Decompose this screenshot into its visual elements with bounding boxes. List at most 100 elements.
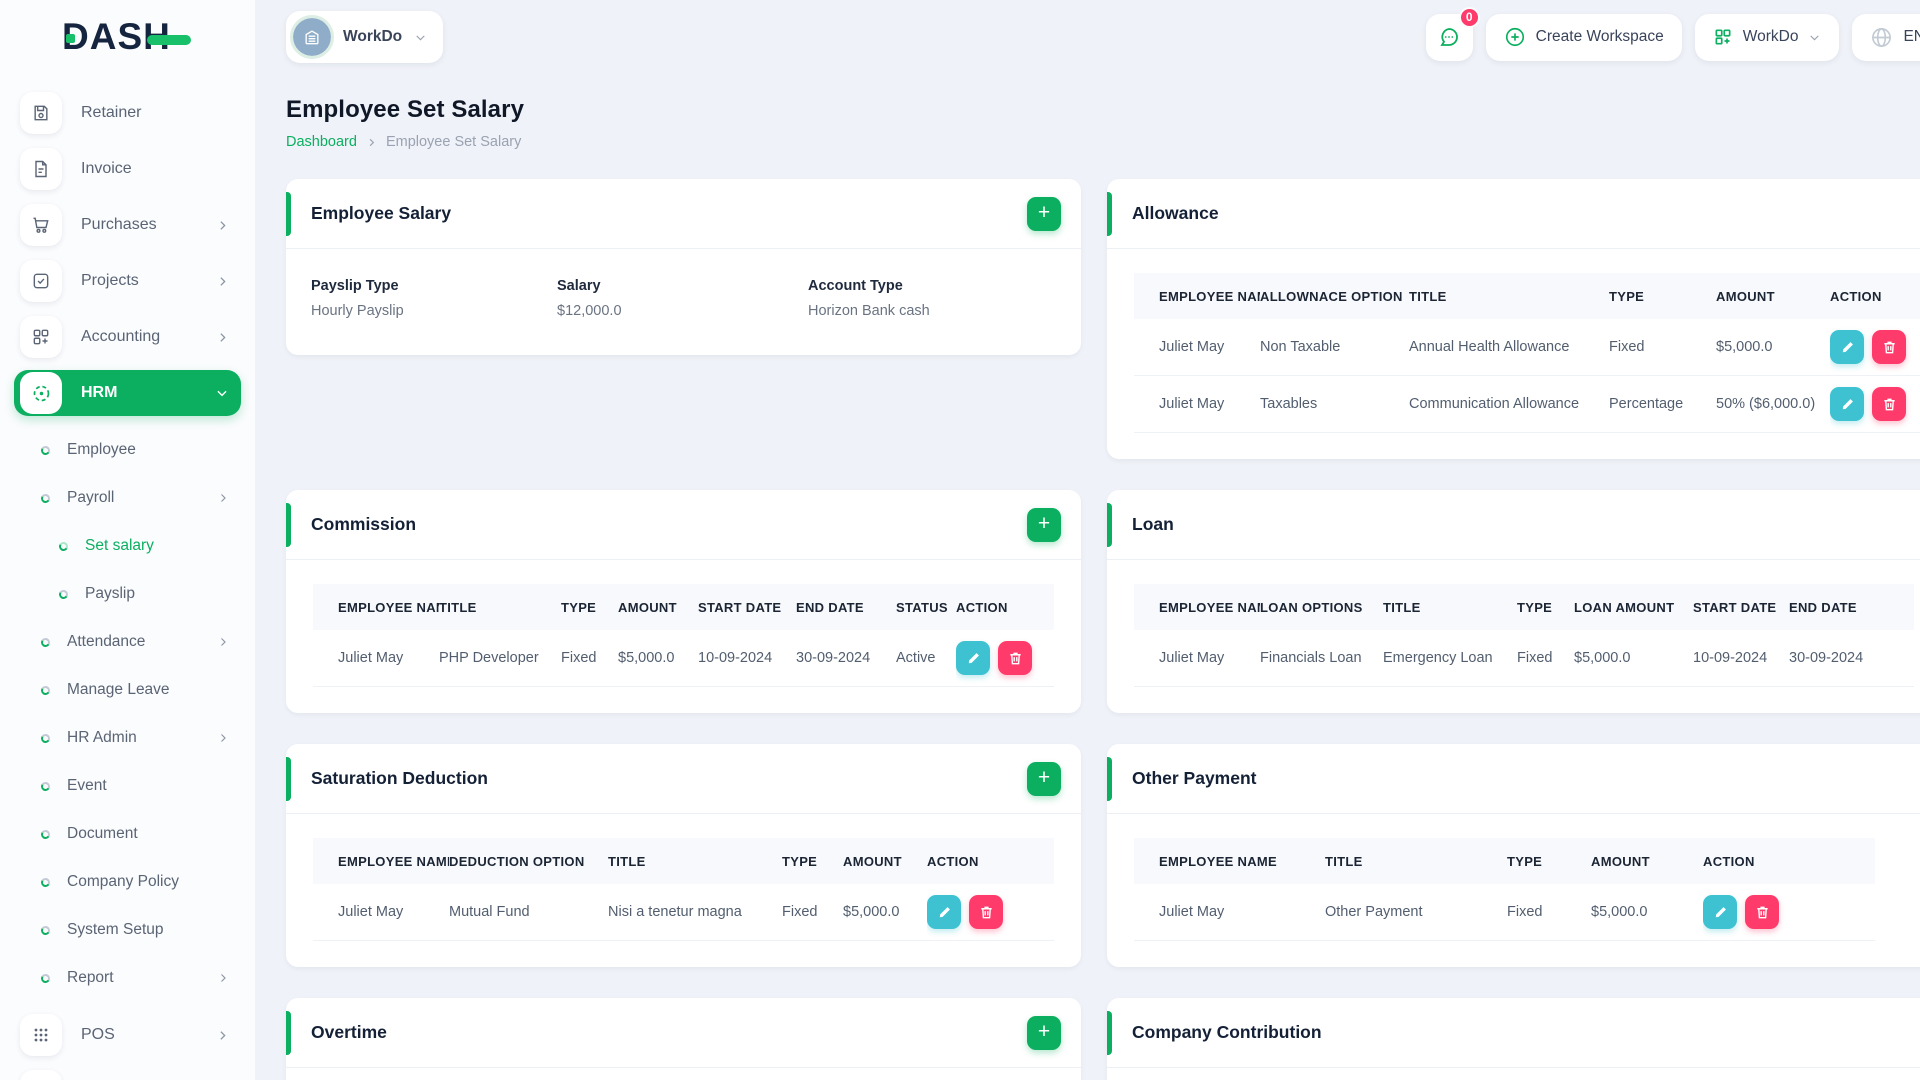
sidebar-item-label: Accounting xyxy=(81,328,161,345)
app-root: DASH Retainer Invoice Purchases Projects… xyxy=(0,0,1920,1080)
sidebar-item-label: Projects xyxy=(81,272,139,289)
cell-type: Percentage xyxy=(1609,375,1716,433)
sidebar-item-pos[interactable]: POS xyxy=(14,1012,241,1058)
check-square-icon xyxy=(20,260,62,302)
sidebar-subitem-set-salary[interactable]: Set salary xyxy=(0,522,255,570)
column-header: TITLE xyxy=(1383,584,1517,630)
sidebar-item-projects[interactable]: Projects xyxy=(14,258,241,304)
add-overtime-button[interactable] xyxy=(1027,1015,1061,1050)
loan-table: EMPLOYEE NAME LOAN OPTIONS TITLE TYPE LO… xyxy=(1134,584,1914,687)
column-header: LOAN AMOUNT xyxy=(1574,584,1693,630)
subitem-label: Employee xyxy=(67,441,136,458)
column-header: TYPE xyxy=(782,838,843,884)
bullet-icon xyxy=(39,636,52,648)
edit-button[interactable] xyxy=(956,641,990,675)
cell-employee-name: Juliet May xyxy=(313,630,439,687)
cell-title: Nisi a tenetur magna xyxy=(608,884,782,941)
sidebar-subitem-report[interactable]: Report xyxy=(0,954,255,1002)
cell-type: Fixed xyxy=(1507,884,1591,941)
cell-amount: $5,000.0 xyxy=(1591,884,1703,941)
bullet-icon xyxy=(57,588,70,600)
brand-logo-dot xyxy=(66,34,75,43)
language-selector[interactable]: EN xyxy=(1852,13,1920,61)
grid-plus-icon xyxy=(1713,27,1733,47)
card-title: Employee Salary xyxy=(311,203,452,223)
table-header-row: EMPLOYEE NAME LOAN OPTIONS TITLE TYPE LO… xyxy=(1134,584,1914,630)
add-saturation-deduction-button[interactable] xyxy=(1027,761,1061,796)
column-header: ACTION xyxy=(956,584,1054,630)
field-label: Salary xyxy=(557,278,601,294)
bullet-icon xyxy=(39,876,52,888)
cell-type: Fixed xyxy=(1517,630,1574,687)
allowance-table: EMPLOYEE NAME ALLOWNACE OPTION TITLE TYP… xyxy=(1134,273,1920,433)
card-title: Company Contribution xyxy=(1132,1022,1322,1042)
breadcrumb-dashboard-link[interactable]: Dashboard xyxy=(286,134,357,150)
subitem-label: Document xyxy=(67,825,138,842)
delete-button[interactable] xyxy=(1872,330,1906,364)
subitem-label: Set salary xyxy=(85,537,154,554)
sidebar-item-invoice[interactable]: Invoice xyxy=(14,146,241,192)
table-row: Juliet May Taxables Communication Allowa… xyxy=(1134,375,1920,433)
cell-type: Fixed xyxy=(782,884,843,941)
cell-amount: $5,000.0 xyxy=(1716,319,1830,376)
topbar-actions: 0 Create Workspace WorkDo EN xyxy=(1425,6,1920,61)
delete-button[interactable] xyxy=(1872,387,1906,421)
edit-button[interactable] xyxy=(1830,330,1864,364)
cell-employee-name: Juliet May xyxy=(1134,319,1260,376)
sidebar-subitem-employee[interactable]: Employee xyxy=(0,426,255,474)
chevron-right-icon xyxy=(217,732,229,744)
workdo-menu-button[interactable]: WorkDo xyxy=(1694,13,1840,61)
sidebar-item-accounting[interactable]: Accounting xyxy=(14,314,241,360)
table-row: Juliet May Other Payment Fixed $5,000.0 xyxy=(1134,884,1875,941)
dots-grid-icon xyxy=(20,1014,62,1056)
sidebar-subitem-hr-admin[interactable]: HR Admin xyxy=(0,714,255,762)
edit-button[interactable] xyxy=(1703,895,1737,929)
sidebar-item-label: Purchases xyxy=(81,216,157,233)
cart-icon xyxy=(20,204,62,246)
document-icon xyxy=(20,148,62,190)
delete-button[interactable] xyxy=(1745,895,1779,929)
sidebar-subitem-event[interactable]: Event xyxy=(0,762,255,810)
sidebar-subitem-system-setup[interactable]: System Setup xyxy=(0,906,255,954)
cell-employee-name: Juliet May xyxy=(1134,375,1260,433)
subitem-label: Attendance xyxy=(67,633,146,650)
cell-start-date: 10-09-2024 xyxy=(1693,630,1789,687)
sidebar-subitem-attendance[interactable]: Attendance xyxy=(0,618,255,666)
card-title: Loan xyxy=(1132,514,1174,534)
sidebar-subitem-company-policy[interactable]: Company Policy xyxy=(0,858,255,906)
edit-button[interactable] xyxy=(1830,387,1864,421)
sidebar-subitem-payslip[interactable]: Payslip xyxy=(0,570,255,618)
column-header: TYPE xyxy=(1517,584,1574,630)
delete-button[interactable] xyxy=(998,641,1032,675)
chevron-right-icon xyxy=(217,972,229,984)
delete-button[interactable] xyxy=(969,895,1003,929)
messages-button[interactable]: 0 xyxy=(1425,6,1480,61)
sidebar-item-label: Retainer xyxy=(81,104,142,121)
sidebar-subitem-document[interactable]: Document xyxy=(0,810,255,858)
column-header: AMOUNT xyxy=(618,584,698,630)
chevron-down-icon xyxy=(215,386,229,400)
sidebar-item-purchases[interactable]: Purchases xyxy=(14,202,241,248)
subitem-label: System Setup xyxy=(67,921,164,938)
sidebar-nav: Retainer Invoice Purchases Projects Acco… xyxy=(0,74,255,1080)
add-commission-button[interactable] xyxy=(1027,507,1061,542)
sidebar-item-hrm[interactable]: HRM xyxy=(14,370,241,416)
card-title: Other Payment xyxy=(1132,768,1257,788)
cell-title: Annual Health Allowance xyxy=(1409,319,1609,376)
crm-window-icon xyxy=(20,1070,62,1080)
sidebar-subitem-manage-leave[interactable]: Manage Leave xyxy=(0,666,255,714)
create-workspace-button[interactable]: Create Workspace xyxy=(1485,13,1682,61)
add-employee-salary-button[interactable] xyxy=(1027,196,1061,231)
card-allowance: Allowance EMPLOYEE NAME ALLOWNACE OPTION… xyxy=(1107,179,1920,459)
cell-status: Active xyxy=(896,630,956,687)
brand-logo[interactable]: DASH xyxy=(0,0,255,74)
sidebar-subitem-payroll[interactable]: Payroll xyxy=(0,474,255,522)
grid-plus-icon xyxy=(20,316,62,358)
workspace-switcher[interactable]: WorkDo xyxy=(286,11,444,63)
field-value: $12,000.0 xyxy=(557,303,622,319)
sidebar-item-crm[interactable]: CRM xyxy=(14,1068,241,1080)
edit-button[interactable] xyxy=(927,895,961,929)
sidebar-item-retainer[interactable]: Retainer xyxy=(14,90,241,136)
sidebar-item-label: HRM xyxy=(81,384,118,401)
column-header: ACTION xyxy=(927,838,1054,884)
